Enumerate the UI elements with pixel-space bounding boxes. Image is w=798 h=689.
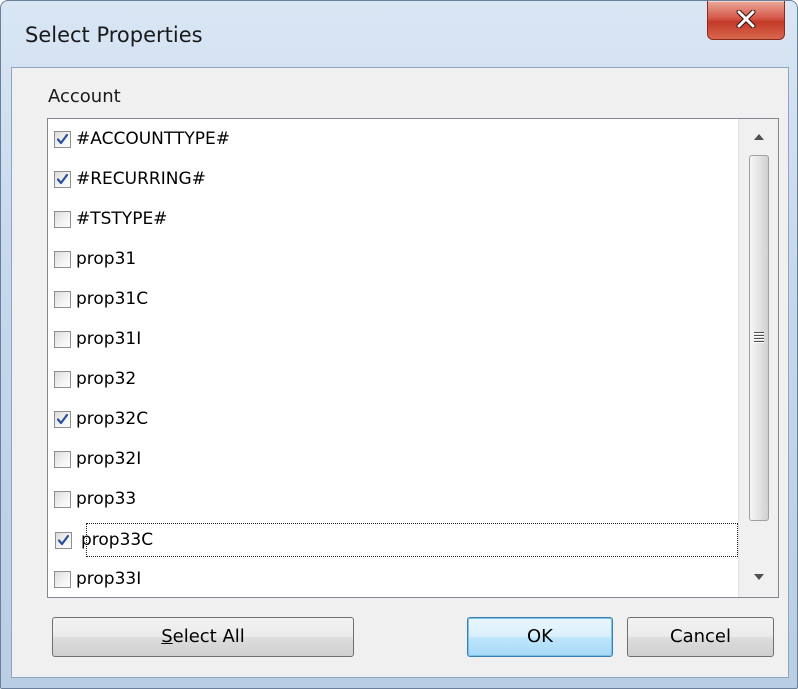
item-checkbox[interactable] — [54, 251, 71, 268]
item-label: #ACCOUNTTYPE# — [76, 129, 230, 149]
dialog-client-area: Account #ACCOUNTTYPE# #RECURRING# #TSTYPE#… — [11, 67, 789, 678]
vertical-scrollbar[interactable] — [738, 119, 778, 597]
item-checkbox[interactable] — [55, 532, 72, 549]
scroll-thumb[interactable] — [749, 155, 769, 521]
scroll-down-button[interactable] — [739, 563, 778, 593]
select-all-label: elect All — [172, 626, 245, 647]
item-checkbox[interactable] — [54, 291, 71, 308]
item-label: prop32C — [76, 409, 149, 429]
dialog-window: Select Properties Account #ACCOUNTTYPE# #… — [0, 0, 798, 689]
item-checkbox[interactable] — [54, 571, 71, 588]
select-all-button[interactable]: Select All — [52, 617, 354, 657]
title-bar[interactable]: Select Properties — [1, 1, 797, 67]
close-icon — [736, 10, 756, 28]
ok-button[interactable]: OK — [467, 617, 613, 657]
item-checkbox[interactable] — [54, 211, 71, 228]
list-item[interactable]: prop33C — [55, 523, 738, 557]
list-item[interactable]: prop31I — [52, 323, 737, 357]
list-item[interactable]: prop31 — [52, 243, 737, 277]
item-label: #RECURRING# — [76, 169, 206, 189]
scroll-down-arrow-icon — [754, 574, 764, 580]
close-button[interactable] — [707, 1, 785, 40]
list-item[interactable]: prop32I — [52, 443, 737, 477]
list-item[interactable]: #TSTYPE# — [52, 203, 737, 237]
item-label: prop33I — [76, 569, 142, 589]
list-item[interactable]: #ACCOUNTTYPE# — [52, 123, 737, 157]
item-checkbox[interactable] — [54, 171, 71, 188]
list-item[interactable]: prop31C — [52, 283, 737, 317]
check-mark-icon — [57, 534, 70, 546]
window-title: Select Properties — [25, 23, 203, 47]
item-checkbox[interactable] — [54, 451, 71, 468]
scroll-grip-icon — [754, 332, 764, 344]
list-item[interactable]: prop32 — [52, 363, 737, 397]
item-label: prop32 — [76, 369, 137, 389]
list-item[interactable]: prop33I — [52, 563, 737, 597]
list-item[interactable]: prop33 — [52, 483, 737, 517]
scroll-up-button[interactable] — [739, 123, 778, 153]
check-mark-icon — [56, 413, 69, 425]
item-checkbox[interactable] — [54, 491, 71, 508]
cancel-button[interactable]: Cancel — [627, 617, 774, 657]
item-label: prop33C — [81, 530, 154, 550]
item-label: prop33 — [76, 489, 137, 509]
item-checkbox[interactable] — [54, 411, 71, 428]
item-checkbox[interactable] — [54, 131, 71, 148]
item-label: prop31I — [76, 329, 142, 349]
item-label: prop31 — [76, 249, 137, 269]
item-checkbox[interactable] — [54, 371, 71, 388]
account-group-label: Account — [48, 86, 121, 107]
ok-button-label: OK — [527, 626, 553, 647]
item-label: #TSTYPE# — [76, 209, 168, 229]
list-item[interactable]: #RECURRING# — [52, 163, 737, 197]
scroll-up-arrow-icon — [754, 134, 764, 140]
properties-checked-listbox[interactable]: #ACCOUNTTYPE# #RECURRING# #TSTYPE# prop31 pr… — [47, 118, 779, 598]
select-all-mnemonic: S — [161, 626, 173, 647]
item-checkbox[interactable] — [54, 331, 71, 348]
list-item[interactable]: prop32C — [52, 403, 737, 437]
item-label: prop32I — [76, 449, 142, 469]
check-mark-icon — [56, 133, 69, 145]
cancel-button-label: Cancel — [670, 626, 731, 647]
item-label: prop31C — [76, 289, 149, 309]
check-mark-icon — [56, 173, 69, 185]
